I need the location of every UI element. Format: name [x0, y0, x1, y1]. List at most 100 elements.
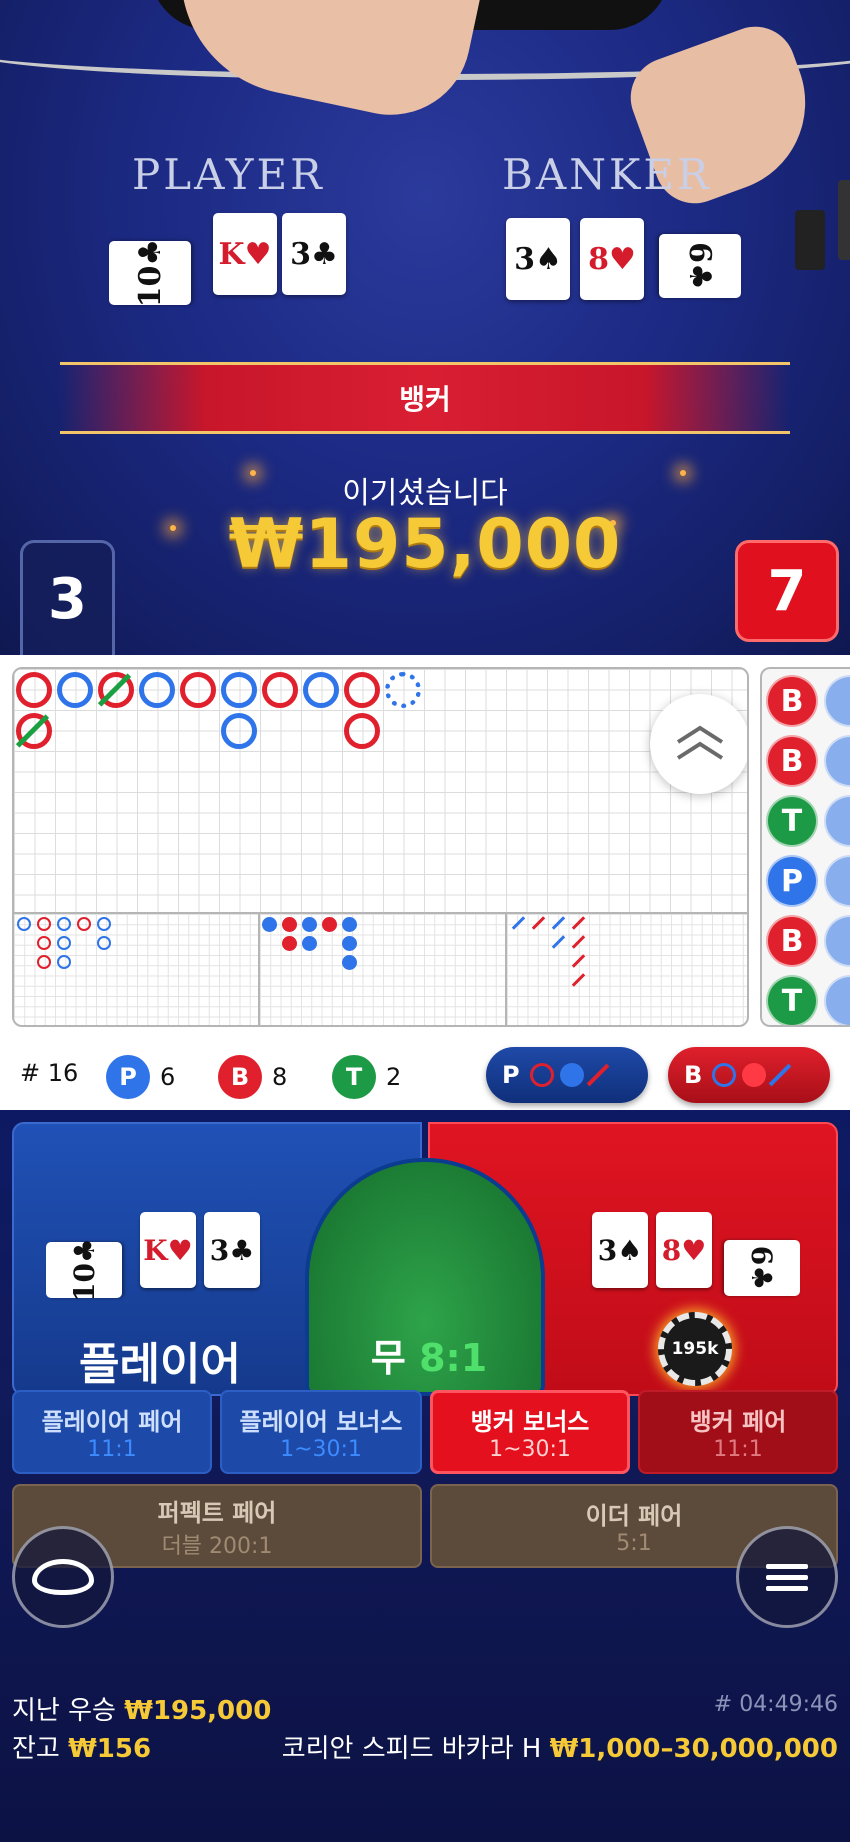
tie-odds: 8:1 — [419, 1336, 488, 1380]
predict-ring-icon — [529, 1063, 554, 1087]
player-score: 3 — [20, 540, 115, 655]
bead-tie: T — [766, 795, 818, 847]
big-road-banker — [344, 713, 380, 749]
player-card-3: 3 ♣ — [204, 1212, 260, 1288]
cockroach-mark — [571, 954, 586, 968]
bead-partial — [824, 735, 850, 787]
big-eye-mark — [77, 917, 91, 931]
tie-label-text: 무 — [370, 1336, 406, 1380]
live-video: PLAYER BANKER 10 ♣ K ♥ 3 ♣ 3 ♠ 8 ♥ 6 ♣ 뱅커 이기셨습… — [0, 0, 850, 655]
lobby-button[interactable] — [12, 1526, 114, 1628]
big-eye-mark — [37, 936, 51, 950]
cockroach-mark — [511, 916, 526, 930]
big-eye-mark — [57, 917, 71, 931]
big-eye-mark — [57, 955, 71, 969]
big-road-player — [139, 672, 175, 708]
side-bet-title: 뱅커 페어 — [689, 1408, 787, 1436]
round-count: # 16 — [20, 1059, 79, 1087]
big-road-banker — [262, 672, 298, 708]
cockroach-mark — [551, 935, 566, 949]
big-road-player — [221, 672, 257, 708]
cockroach-road — [507, 914, 747, 1025]
last-win: 지난 우승 ₩195,000 — [12, 1690, 271, 1727]
small-road-mark — [282, 917, 297, 932]
small-road-mark — [262, 917, 277, 932]
tie-count: T 2 — [332, 1055, 401, 1099]
balance-label: 잔고 — [12, 1734, 60, 1764]
side-bet-odds: 11:1 — [713, 1437, 763, 1462]
big-road-player — [385, 672, 421, 708]
banker-predict-button[interactable]: B — [668, 1047, 830, 1103]
table-banker-card-3: 6 ♣ — [659, 234, 741, 298]
player-bonus-bet[interactable]: 플레이어 보너스 1~30:1 — [220, 1390, 422, 1474]
roadmap-grid[interactable] — [12, 667, 749, 1027]
cockroach-mark — [571, 973, 586, 987]
table-banker-card-1: 3 ♠ — [506, 218, 570, 300]
big-road-player — [303, 672, 339, 708]
balance: 잔고 ₩156 — [12, 1728, 151, 1765]
tie-bet-spot[interactable]: 무 8:1 — [305, 1158, 545, 1396]
footer-info: 지난 우승 ₩195,000 # 04:49:46 잔고 ₩156 코리안 스피… — [0, 1690, 850, 1830]
banker-card-3: 6 ♣ — [724, 1240, 800, 1296]
collapse-roadmap-button[interactable] — [650, 694, 747, 794]
predict-slash-icon — [768, 1063, 792, 1087]
win-amount: ₩195,000 — [228, 505, 622, 584]
cockroach-mark — [531, 916, 546, 930]
player-predict-button[interactable]: P — [486, 1047, 648, 1103]
side-bet-odds: 1~30:1 — [280, 1437, 362, 1462]
small-road-mark — [302, 936, 317, 951]
bead-banker: B — [766, 735, 818, 787]
bead-plate[interactable]: B B T P B T — [760, 667, 850, 1027]
banker-bonus-bet[interactable]: 뱅커 보너스 1~30:1 — [430, 1390, 630, 1474]
big-road-player — [221, 713, 257, 749]
table-name: 코리안 스피드 바카라 H — [281, 1734, 542, 1764]
bet-chip: 195k — [658, 1312, 732, 1386]
big-eye-road — [14, 914, 258, 1025]
side-bet-odds: 더블 200:1 — [161, 1533, 273, 1559]
table-player-card-2: K ♥ — [213, 213, 277, 295]
big-road — [14, 669, 747, 912]
side-bet-title: 플레이어 페어 — [41, 1408, 183, 1436]
big-eye-mark — [97, 917, 111, 931]
big-road-banker — [180, 672, 216, 708]
small-road-mark — [342, 917, 357, 932]
bead-banker: B — [766, 675, 818, 727]
player-card-2: K ♥ — [140, 1212, 196, 1288]
side-bet-title: 퍼펙트 페어 — [157, 1498, 277, 1527]
menu-button[interactable] — [736, 1526, 838, 1628]
last-win-amount: ₩195,000 — [124, 1696, 272, 1726]
player-pair-bet[interactable]: 플레이어 페어 11:1 — [12, 1390, 212, 1474]
bead-partial — [824, 675, 850, 727]
table-banker-word: BANKER — [502, 150, 712, 199]
table-info[interactable]: 코리안 스피드 바카라 H ₩1,000–30,000,000 — [282, 1728, 838, 1765]
small-road-mark — [302, 917, 317, 932]
player-win-count: P 6 — [106, 1055, 175, 1099]
cockroach-mark — [551, 916, 566, 930]
round-id: # 04:49:46 — [713, 1692, 838, 1717]
bead-partial — [824, 975, 850, 1025]
banker-card-1: 3 ♠ — [592, 1212, 648, 1288]
big-road-banker — [16, 672, 52, 708]
balance-amount: ₩156 — [68, 1734, 152, 1764]
predict-slash-icon — [586, 1063, 609, 1087]
big-eye-mark — [17, 917, 31, 931]
predict-dot-icon — [559, 1063, 584, 1087]
table-player-card-3: 3 ♣ — [282, 213, 346, 295]
player-badge: P — [106, 1055, 150, 1099]
big-road-player — [57, 672, 93, 708]
predict-player-label: P — [502, 1061, 520, 1089]
bead-tie: T — [766, 975, 818, 1025]
small-road — [260, 914, 505, 1025]
bead-banker: B — [766, 915, 818, 967]
table-banker-card-2: 8 ♥ — [580, 218, 644, 300]
banker-badge: B — [218, 1055, 262, 1099]
tie-bet-label: 무 8:1 — [309, 1327, 549, 1382]
banker-pair-bet[interactable]: 뱅커 페어 11:1 — [638, 1390, 838, 1474]
big-road-banker — [344, 672, 380, 708]
table-player-word: PLAYER — [132, 150, 325, 199]
small-road-mark — [322, 917, 337, 932]
card-shoe-edge — [838, 180, 850, 260]
small-road-mark — [342, 936, 357, 951]
banker-count-value: 8 — [272, 1063, 288, 1091]
small-road-mark — [282, 936, 297, 951]
